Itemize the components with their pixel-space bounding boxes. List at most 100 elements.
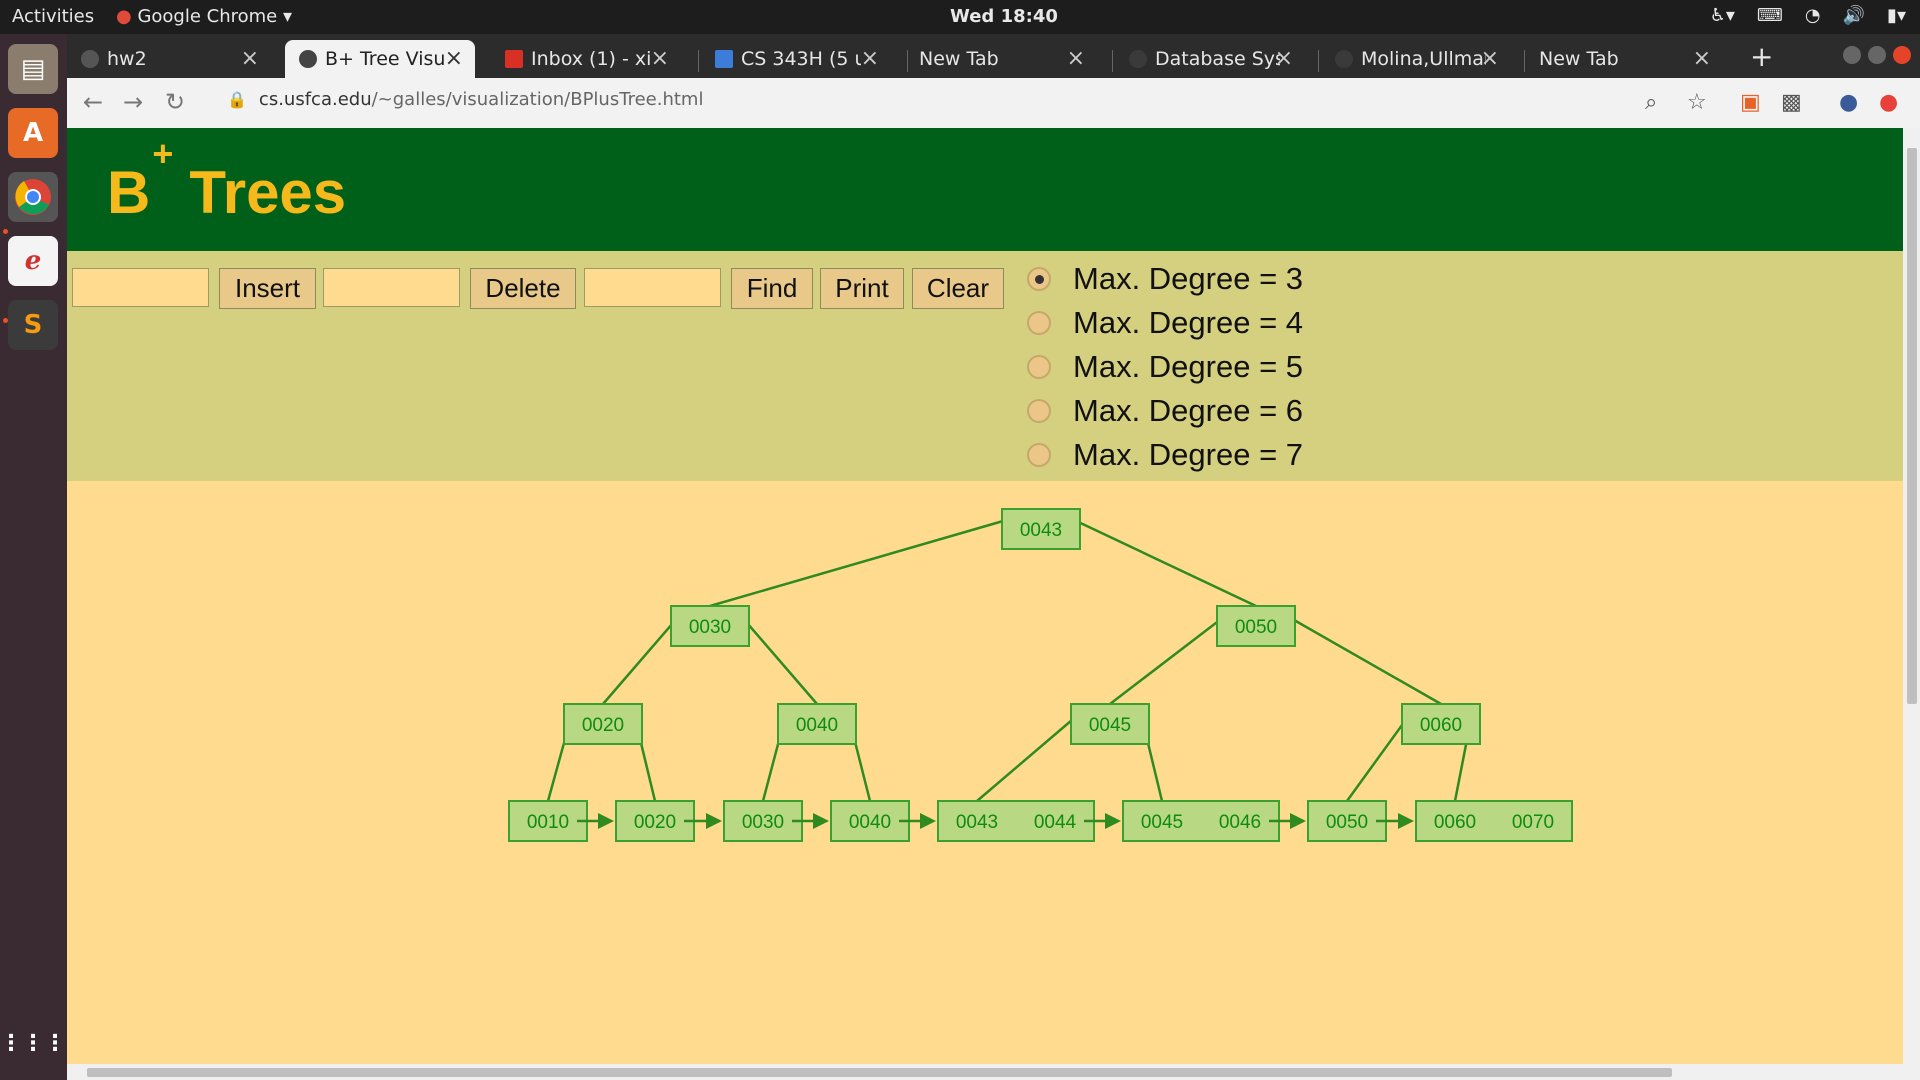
dock: ▤ A ℯ S ⋮⋮⋮ bbox=[0, 34, 67, 1080]
horizontal-scrollbar[interactable] bbox=[67, 1064, 1920, 1080]
battery-icon[interactable]: ▮▾ bbox=[1887, 5, 1906, 26]
degree-option-3[interactable]: Max. Degree = 3 bbox=[1027, 259, 1303, 299]
degree-option-5[interactable]: Max. Degree = 5 bbox=[1027, 347, 1303, 387]
new-tab-button[interactable]: + bbox=[1750, 40, 1773, 73]
back-button[interactable]: ← bbox=[83, 88, 103, 116]
radio-button[interactable] bbox=[1027, 443, 1051, 467]
radio-button[interactable] bbox=[1027, 311, 1051, 335]
tab-inbox[interactable]: Inbox (1) - xiar × bbox=[491, 40, 681, 78]
tab-new-tab[interactable]: New Tab × bbox=[907, 40, 1097, 78]
tab-database-systems[interactable]: Database Syst × bbox=[1115, 40, 1305, 78]
radio-label: Max. Degree = 4 bbox=[1073, 305, 1304, 340]
activities-button[interactable]: Activities bbox=[12, 6, 94, 27]
profile-avatar[interactable]: ● bbox=[1839, 90, 1858, 115]
tab-molina-ullman[interactable]: Molina,Ullmar × bbox=[1321, 40, 1511, 78]
node-key: 0060 bbox=[1420, 715, 1462, 736]
degree-option-6[interactable]: Max. Degree = 6 bbox=[1027, 391, 1303, 431]
url-path: /~galles/visualization/BPlusTree.html bbox=[371, 89, 704, 110]
node-key: 0050 bbox=[1326, 812, 1368, 833]
node-key: 0030 bbox=[742, 812, 784, 833]
tree-edge bbox=[976, 713, 1080, 802]
node-key: 0044 bbox=[1034, 812, 1077, 833]
close-window-button[interactable] bbox=[1893, 46, 1911, 64]
tree-edge bbox=[602, 615, 680, 705]
volume-icon[interactable]: 🔊 bbox=[1843, 5, 1865, 26]
node-key: 0050 bbox=[1235, 617, 1277, 638]
radio-button[interactable] bbox=[1027, 399, 1051, 423]
vertical-scrollbar[interactable] bbox=[1903, 128, 1920, 1064]
address-bar[interactable]: 🔒 cs.usfca.edu/~galles/visualization/BPlu… bbox=[227, 89, 703, 110]
radio-label: Max. Degree = 7 bbox=[1073, 437, 1304, 472]
maximize-button[interactable] bbox=[1868, 46, 1886, 64]
app-menu[interactable]: ● Google Chrome ▾ bbox=[116, 6, 292, 27]
forward-button[interactable]: → bbox=[123, 88, 143, 116]
vertical-scroll-thumb[interactable] bbox=[1907, 148, 1917, 704]
tab-title: New Tab bbox=[1539, 48, 1619, 70]
wifi-icon[interactable]: ◔ bbox=[1805, 5, 1821, 26]
lock-icon: 🔒 bbox=[227, 90, 247, 109]
page-header: B+Trees bbox=[67, 128, 1903, 251]
files-icon[interactable]: ▤ bbox=[8, 44, 58, 94]
close-icon[interactable]: × bbox=[1481, 46, 1499, 71]
close-icon[interactable]: × bbox=[241, 46, 259, 71]
sublime-text-icon[interactable]: S bbox=[8, 300, 58, 350]
keyboard-icon[interactable]: ⌨ bbox=[1757, 5, 1783, 26]
delete-input[interactable] bbox=[323, 268, 460, 307]
close-icon[interactable]: × bbox=[1067, 46, 1085, 71]
tab-separator bbox=[698, 50, 699, 72]
arrow-head bbox=[1398, 813, 1414, 829]
tab-cs343h[interactable]: CS 343H (5 un × bbox=[701, 40, 891, 78]
chrome-icon[interactable] bbox=[8, 172, 58, 222]
zoom-icon[interactable]: ⌕ bbox=[1645, 90, 1657, 115]
document-viewer-icon[interactable]: ℯ bbox=[8, 236, 58, 286]
close-icon[interactable]: × bbox=[861, 46, 879, 71]
clear-button[interactable]: Clear bbox=[912, 268, 1004, 309]
tab-hw2[interactable]: hw2 × bbox=[67, 40, 271, 78]
extension-icon-2[interactable]: ▩ bbox=[1781, 90, 1802, 115]
minimize-button[interactable] bbox=[1843, 46, 1861, 64]
close-icon[interactable]: × bbox=[651, 46, 669, 71]
software-center-icon[interactable]: A bbox=[8, 108, 58, 158]
radio-button[interactable] bbox=[1027, 355, 1051, 379]
tab-separator bbox=[1524, 50, 1525, 72]
clock[interactable]: Wed 18:40 bbox=[950, 6, 1058, 27]
node-key: 0010 bbox=[527, 812, 569, 833]
close-icon[interactable]: × bbox=[1693, 46, 1711, 71]
extension-icon[interactable]: ▣ bbox=[1740, 90, 1761, 115]
show-apps-icon[interactable]: ⋮⋮⋮ bbox=[0, 1018, 66, 1068]
degree-option-7[interactable]: Max. Degree = 7 bbox=[1027, 435, 1303, 475]
find-input[interactable] bbox=[584, 268, 721, 307]
tab-separator bbox=[1112, 50, 1113, 72]
insert-button[interactable]: Insert bbox=[219, 268, 316, 309]
arrow-head bbox=[1105, 813, 1121, 829]
reload-button[interactable]: ↻ bbox=[165, 88, 185, 116]
update-icon[interactable]: ● bbox=[1879, 90, 1898, 115]
tab-separator bbox=[1318, 50, 1319, 72]
arrow-head bbox=[706, 813, 722, 829]
print-button[interactable]: Print bbox=[820, 268, 904, 309]
system-top-bar: Activities ● Google Chrome ▾ Wed 18:40 ♿… bbox=[0, 0, 1920, 34]
arrow-head bbox=[1290, 813, 1306, 829]
tab-strip: hw2 × B+ Tree Visual × Inbox (1) - xiar … bbox=[67, 34, 1920, 78]
delete-button[interactable]: Delete bbox=[470, 268, 576, 309]
tab-bplus-tree[interactable]: B+ Tree Visual × bbox=[285, 40, 475, 78]
arrow-head bbox=[920, 813, 936, 829]
tab-new-tab-2[interactable]: New Tab × bbox=[1527, 40, 1723, 78]
find-button[interactable]: Find bbox=[731, 268, 813, 309]
system-tray[interactable]: ♿▾ ⌨ ◔ 🔊 ▮▾ bbox=[1710, 5, 1906, 26]
degree-option-4[interactable]: Max. Degree = 4 bbox=[1027, 303, 1303, 343]
tab-favicon bbox=[1129, 50, 1147, 68]
close-icon[interactable]: × bbox=[1275, 46, 1293, 71]
tab-title: Database Syst bbox=[1155, 48, 1280, 70]
radio-label: Max. Degree = 6 bbox=[1073, 393, 1304, 428]
close-icon[interactable]: × bbox=[445, 46, 463, 71]
bookmark-star-icon[interactable]: ☆ bbox=[1687, 90, 1707, 115]
gmail-icon bbox=[505, 50, 523, 68]
insert-input[interactable] bbox=[72, 268, 209, 307]
radio-button[interactable] bbox=[1027, 267, 1051, 291]
globe-icon bbox=[299, 50, 317, 68]
accessibility-icon[interactable]: ♿▾ bbox=[1710, 5, 1735, 26]
node-key: 0043 bbox=[1020, 520, 1062, 541]
arrow-head bbox=[598, 813, 614, 829]
horizontal-scroll-thumb[interactable] bbox=[87, 1068, 1672, 1077]
